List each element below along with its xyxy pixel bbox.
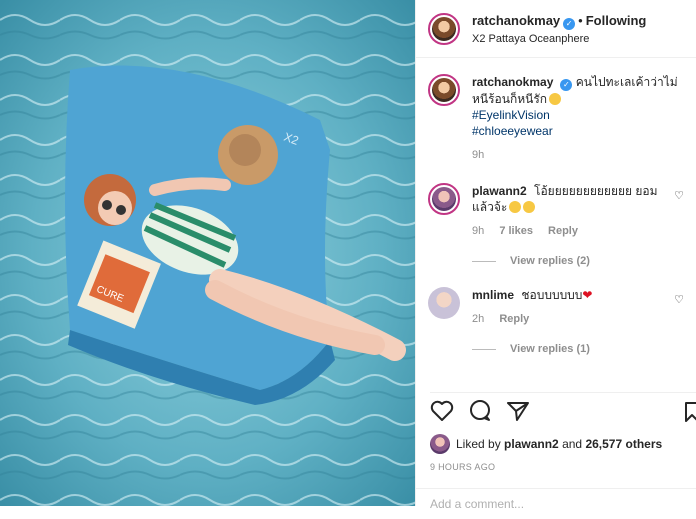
view-replies-button[interactable]: View replies (2) [472, 253, 668, 269]
comment-time[interactable]: 2h [472, 313, 484, 325]
commenter-username[interactable]: mnlime [472, 288, 514, 302]
comment-item: mnlime ชอบบบบบบ❤ 2h Reply View replies (… [428, 287, 684, 357]
comment-likes[interactable]: 7 likes [499, 225, 533, 237]
view-replies-button[interactable]: View replies (1) [472, 341, 668, 357]
likes-others-link[interactable]: 26,577 others [585, 437, 662, 451]
red-heart-emoji-icon: ❤ [582, 288, 593, 302]
replies-divider [472, 348, 496, 350]
grin-emoji-icon [509, 201, 522, 213]
commenter-avatar[interactable] [428, 287, 460, 319]
post-photo[interactable]: X2 CURE [0, 0, 415, 506]
author-avatar[interactable] [428, 12, 460, 45]
comment-like-heart-icon[interactable]: ♡ [674, 189, 684, 202]
comment-text: ชอบบบบบบ [521, 288, 583, 302]
share-icon[interactable] [506, 400, 530, 427]
comment-time[interactable]: 9h [472, 225, 484, 237]
comments-list[interactable]: ratchanokmay ✓ คนไปทะเลเค้าว่าไม่หนีร้อนก… [416, 58, 696, 396]
caption: ratchanokmay ✓ คนไปทะเลเค้าว่าไม่หนีร้อนก… [428, 74, 684, 163]
post-header: ratchanokmay ✓ • Following X2 Pattaya Ocean… [416, 0, 696, 58]
commenter-avatar[interactable] [428, 183, 460, 215]
reply-button[interactable]: Reply [499, 313, 529, 325]
hashtag-link[interactable]: #EyelinkVision [472, 107, 684, 123]
caption-time[interactable]: 9h [472, 149, 484, 161]
reply-button[interactable]: Reply [548, 225, 578, 237]
caption-username[interactable]: ratchanokmay [472, 75, 553, 89]
following-button[interactable]: Following [586, 13, 647, 28]
likes-and-label: and [562, 437, 583, 451]
post-side-panel: ratchanokmay ✓ • Following X2 Pattaya Ocean… [415, 0, 696, 511]
view-replies-label: View replies (2) [510, 255, 590, 267]
blush-emoji-icon [523, 201, 536, 213]
view-replies-label: View replies (1) [510, 343, 590, 355]
liker-username[interactable]: plawann2 [504, 437, 559, 451]
post-actions [430, 392, 696, 433]
liked-by-label: Liked by [456, 437, 501, 451]
comment-like-heart-icon[interactable]: ♡ [674, 293, 684, 306]
caption-avatar[interactable] [428, 74, 460, 106]
post-timestamp[interactable]: 9 HOURS AGO [430, 462, 495, 472]
commenter-username[interactable]: plawann2 [472, 184, 527, 198]
author-username[interactable]: ratchanokmay [472, 13, 560, 28]
location-link[interactable]: X2 Pattaya Oceanphere [472, 33, 646, 46]
hashtag-link[interactable]: #chloeeyewear [472, 123, 684, 139]
likes-summary: Liked by plawann2 and 26,577 others [430, 434, 662, 454]
replies-divider [472, 260, 496, 262]
separator-dot: • [578, 13, 583, 29]
comment-item: plawann2 โอ้ยยยยยยยยยยยย ยอมแล้วจ้ะ 9h 7… [428, 183, 684, 269]
pool-photo-art: X2 CURE [0, 0, 415, 506]
grin-emoji-icon [549, 93, 562, 105]
comment-icon[interactable] [468, 399, 492, 428]
like-heart-icon[interactable] [430, 400, 454, 427]
verified-icon: ✓ [560, 79, 573, 91]
bookmark-icon[interactable] [684, 401, 696, 428]
add-comment-input[interactable]: Add a comment... [416, 488, 696, 519]
verified-icon: ✓ [563, 18, 576, 31]
liker-avatar[interactable] [430, 434, 450, 454]
